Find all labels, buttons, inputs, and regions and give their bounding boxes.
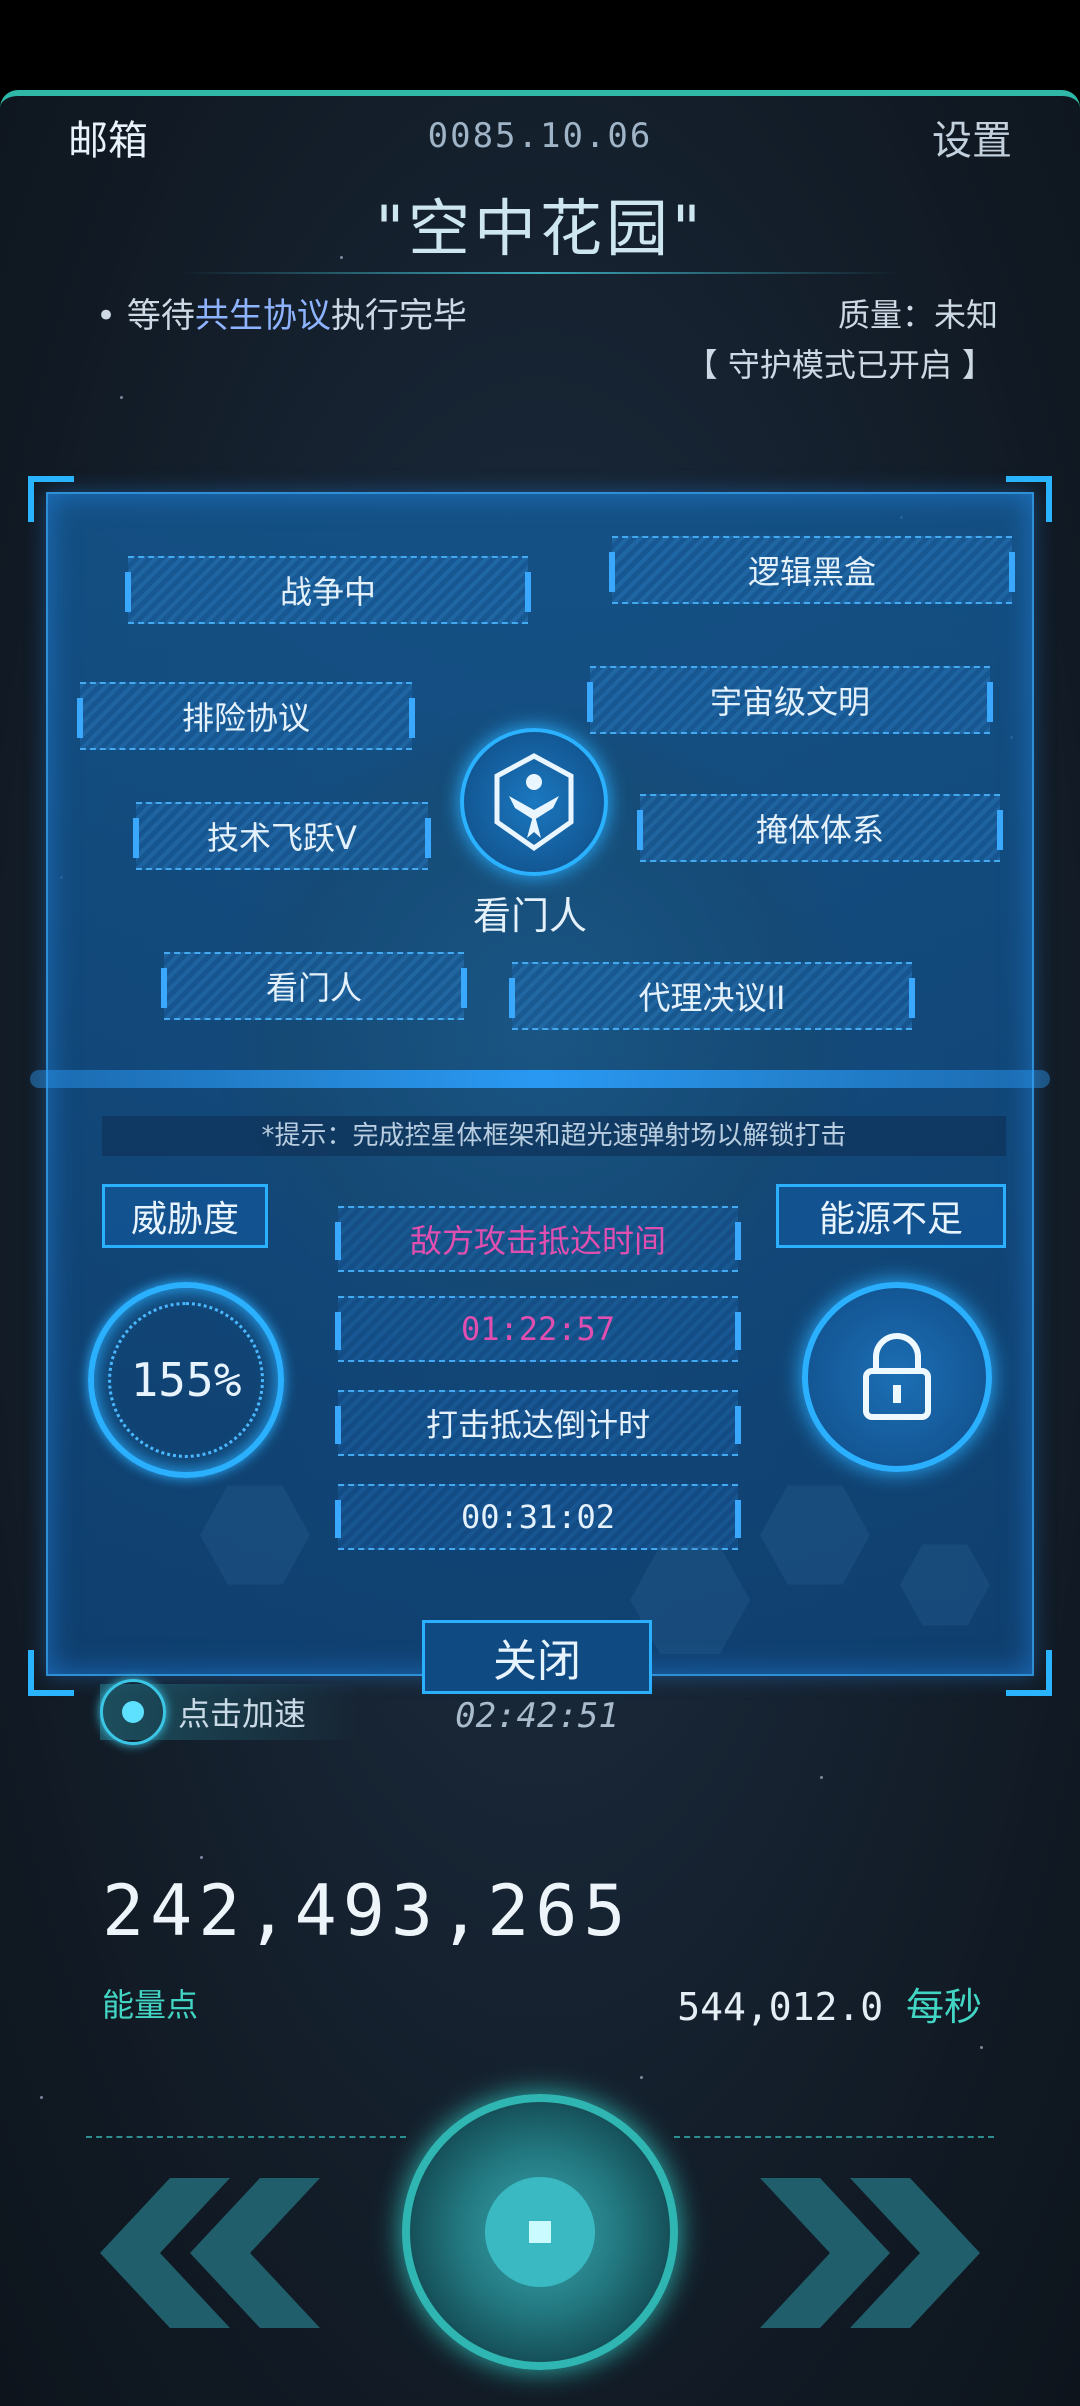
- speed-up-label: 点击加速: [178, 1695, 307, 1733]
- energy-rate: 544,012.0 每秒: [677, 1976, 982, 2031]
- next-arrow-icon[interactable]: [760, 2178, 980, 2328]
- node-war[interactable]: 战争中: [125, 556, 531, 624]
- node-gatekeeper[interactable]: 看门人: [161, 952, 467, 1020]
- node-shelter-system[interactable]: 掩体体系: [637, 794, 1003, 862]
- node-risk-protocol[interactable]: 排险协议: [77, 682, 415, 750]
- main-action-button[interactable]: [402, 2094, 678, 2370]
- node-cosmic-civilization[interactable]: 宇宙级文明: [587, 666, 993, 734]
- game-date: 0085.10.06: [427, 116, 653, 156]
- speed-up-icon: [100, 1679, 166, 1745]
- top-bar: 邮箱 0085.10.06 设置: [0, 108, 1080, 168]
- close-button[interactable]: 关闭: [422, 1620, 652, 1694]
- strike-countdown-timer: 00:31:02: [335, 1484, 741, 1550]
- node-proxy-resolution[interactable]: 代理决议II: [509, 962, 915, 1030]
- energy-rate-value: 544,012.0: [677, 1985, 884, 2029]
- quality-label: 质量：未知: [837, 296, 998, 334]
- speed-up-button[interactable]: 点击加速: [100, 1679, 360, 1745]
- panel-corner: [28, 476, 74, 522]
- enemy-attack-label: 敌方攻击抵达时间: [335, 1206, 741, 1272]
- enemy-attack-timer: 01:22:57: [335, 1296, 741, 1362]
- status-prefix: • 等待: [96, 296, 195, 336]
- energy-points-value: 242,493,265: [102, 1870, 632, 1952]
- node-tech-leap[interactable]: 技术飞跃V: [133, 802, 431, 870]
- emblem-label: 看门人: [472, 894, 587, 938]
- node-logic-blackbox[interactable]: 逻辑黑盒: [609, 536, 1015, 604]
- threat-value: 155%: [108, 1302, 264, 1458]
- main-action-icon: [485, 2177, 595, 2287]
- bottom-divider: [86, 2136, 406, 2138]
- panel-corner: [1006, 476, 1052, 522]
- bottom-divider: [674, 2136, 994, 2138]
- energy-points-label: 能量点: [102, 1986, 199, 2024]
- strike-lock-button[interactable]: [802, 1282, 992, 1472]
- status-highlight: 共生协议: [194, 296, 331, 336]
- previous-arrow-icon[interactable]: [100, 2178, 320, 2328]
- threat-gauge: 155%: [88, 1282, 284, 1478]
- energy-status-badge: 能源不足: [776, 1184, 1006, 1248]
- title-divider: [180, 272, 900, 274]
- hint-text: *提示：完成控星体框架和超光速弹射场以解锁打击: [102, 1116, 1006, 1156]
- threat-label: 威胁度: [102, 1184, 268, 1248]
- status-line: • 等待共生协议执行完毕: [96, 288, 467, 337]
- panel-corner: [28, 1650, 74, 1696]
- gatekeeper-icon: [494, 753, 574, 852]
- guard-mode-label: 【 守护模式已开启 】: [685, 346, 994, 384]
- strike-countdown-label: 打击抵达倒计时: [335, 1390, 741, 1456]
- settings-button[interactable]: 设置: [932, 108, 1012, 166]
- panel-divider: [30, 1070, 1050, 1088]
- panel-corner: [1006, 1650, 1052, 1696]
- close-timer: 02:42:51: [455, 1696, 619, 1736]
- gatekeeper-emblem[interactable]: [460, 728, 608, 876]
- energy-rate-unit: 每秒: [905, 1985, 982, 2029]
- lock-icon: [863, 1333, 931, 1420]
- status-suffix: 执行完毕: [330, 296, 467, 336]
- page-title: "空中花园": [375, 192, 705, 265]
